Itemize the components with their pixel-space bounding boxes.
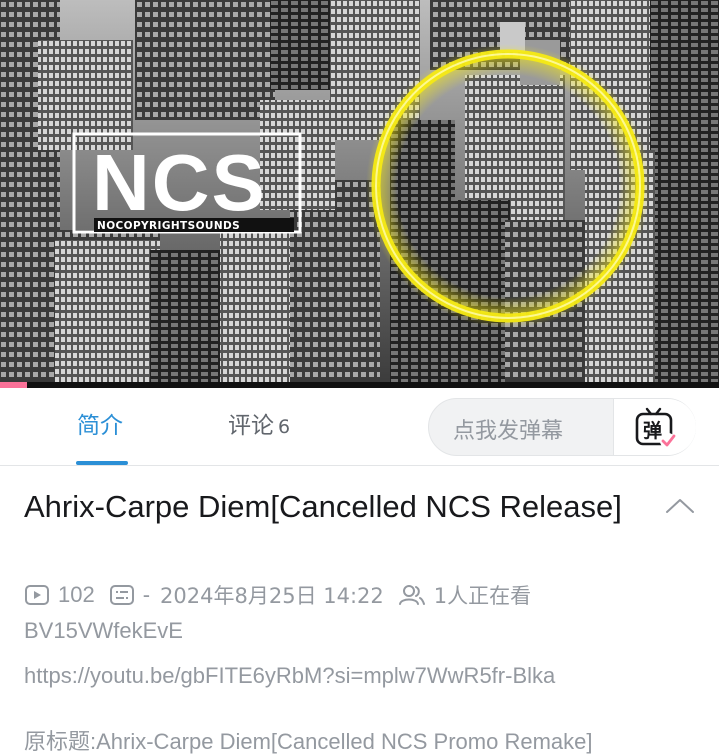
danmaku-bar: 点我发弹幕 弹	[428, 398, 696, 456]
tab-active-indicator	[76, 461, 128, 465]
play-count-icon	[25, 585, 49, 605]
danmaku-input[interactable]: 点我发弹幕	[453, 413, 563, 445]
bvid: BV15VWfekEvE	[24, 618, 183, 643]
ncs-logo-icon: NCS NOCOPYRIGHTSOUNDS	[72, 132, 302, 234]
tab-comments-label: 评论	[228, 413, 274, 439]
danmaku-tv-icon: 弹	[635, 407, 676, 449]
original-title: 原标题:Ahrix-Carpe Diem[Cancelled NCS Promo…	[24, 729, 593, 754]
svg-text:NCS: NCS	[92, 138, 267, 227]
description-link[interactable]: https://youtu.be/gbFITE6yRbM?si=mplw7WwR…	[24, 663, 555, 689]
view-count: 102	[58, 582, 95, 607]
tab-intro[interactable]: 简介	[76, 410, 128, 465]
comments-count: 6	[278, 416, 291, 438]
svg-text:NOCOPYRIGHTSOUNDS: NOCOPYRIGHTSOUNDS	[97, 220, 240, 232]
danmaku-toggle-button[interactable]: 弹	[614, 399, 696, 455]
video-title: Ahrix-Carpe Diem[Cancelled NCS Release]	[24, 489, 622, 524]
danmaku-button-glyph: 弹	[643, 419, 662, 442]
tab-comments[interactable]: 评论 6	[228, 410, 290, 443]
tab-bar: 简介 评论 6 点我发弹幕 弹	[0, 388, 719, 466]
viewers-icon	[398, 585, 425, 605]
chevron-up-icon[interactable]	[664, 496, 696, 516]
video-stats: 102 - 2024年8月25日 14:22 1人正在看	[24, 580, 531, 610]
video-player[interactable]: NCS NOCOPYRIGHTSOUNDS	[0, 0, 719, 388]
danmaku-count: -	[142, 582, 151, 607]
tab-intro-label: 简介	[77, 413, 123, 439]
danmaku-count-icon	[109, 585, 134, 605]
watching-now: 1人正在看	[433, 584, 532, 608]
publish-date: 2024年8月25日 14:22	[160, 584, 384, 608]
